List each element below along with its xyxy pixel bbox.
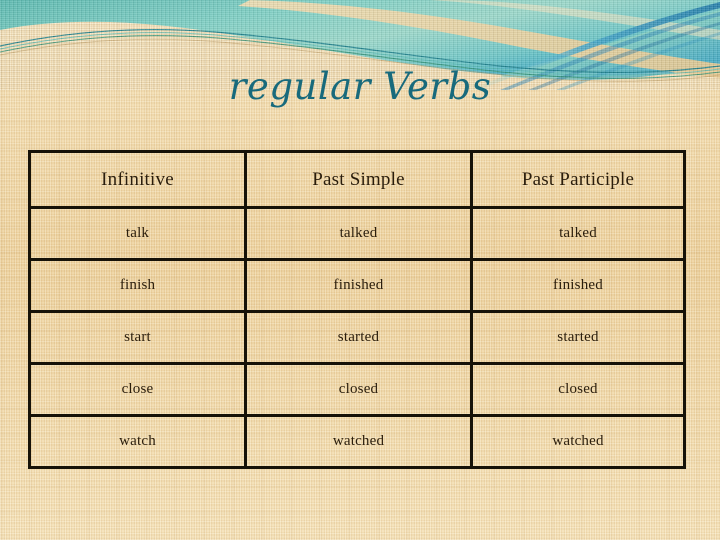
- cell-past-simple: started: [244, 310, 473, 365]
- page-title: regular Verbs: [228, 65, 492, 108]
- table-body: talk talked talked finish finished finis…: [28, 206, 686, 469]
- column-header-past-simple: Past Simple: [244, 150, 473, 209]
- regular-verbs-table: Infinitive Past Simple Past Participle t…: [28, 150, 686, 469]
- table-header: Infinitive Past Simple Past Participle: [28, 150, 686, 209]
- table-row: finish finished finished: [28, 258, 686, 313]
- cell-infinitive: finish: [28, 258, 247, 313]
- cell-infinitive: watch: [28, 414, 247, 469]
- table-row: start started started: [28, 310, 686, 365]
- cell-infinitive: close: [28, 362, 247, 417]
- table-header-row: Infinitive Past Simple Past Participle: [28, 150, 686, 209]
- column-header-infinitive: Infinitive: [28, 150, 247, 209]
- cell-past-participle: watched: [470, 414, 686, 469]
- column-header-past-participle: Past Participle: [470, 150, 686, 209]
- cell-past-participle: finished: [470, 258, 686, 313]
- cell-past-simple: watched: [244, 414, 473, 469]
- slide-canvas: regular Verbs Infinitive Past Simple Pas…: [0, 0, 720, 540]
- cell-past-participle: talked: [470, 206, 686, 261]
- cell-past-participle: started: [470, 310, 686, 365]
- cell-past-simple: closed: [244, 362, 473, 417]
- cell-infinitive: start: [28, 310, 247, 365]
- cell-past-simple: talked: [244, 206, 473, 261]
- table-row: watch watched watched: [28, 414, 686, 469]
- cell-infinitive: talk: [28, 206, 247, 261]
- table-row: close closed closed: [28, 362, 686, 417]
- cell-past-simple: finished: [244, 258, 473, 313]
- table-row: talk talked talked: [28, 206, 686, 261]
- cell-past-participle: closed: [470, 362, 686, 417]
